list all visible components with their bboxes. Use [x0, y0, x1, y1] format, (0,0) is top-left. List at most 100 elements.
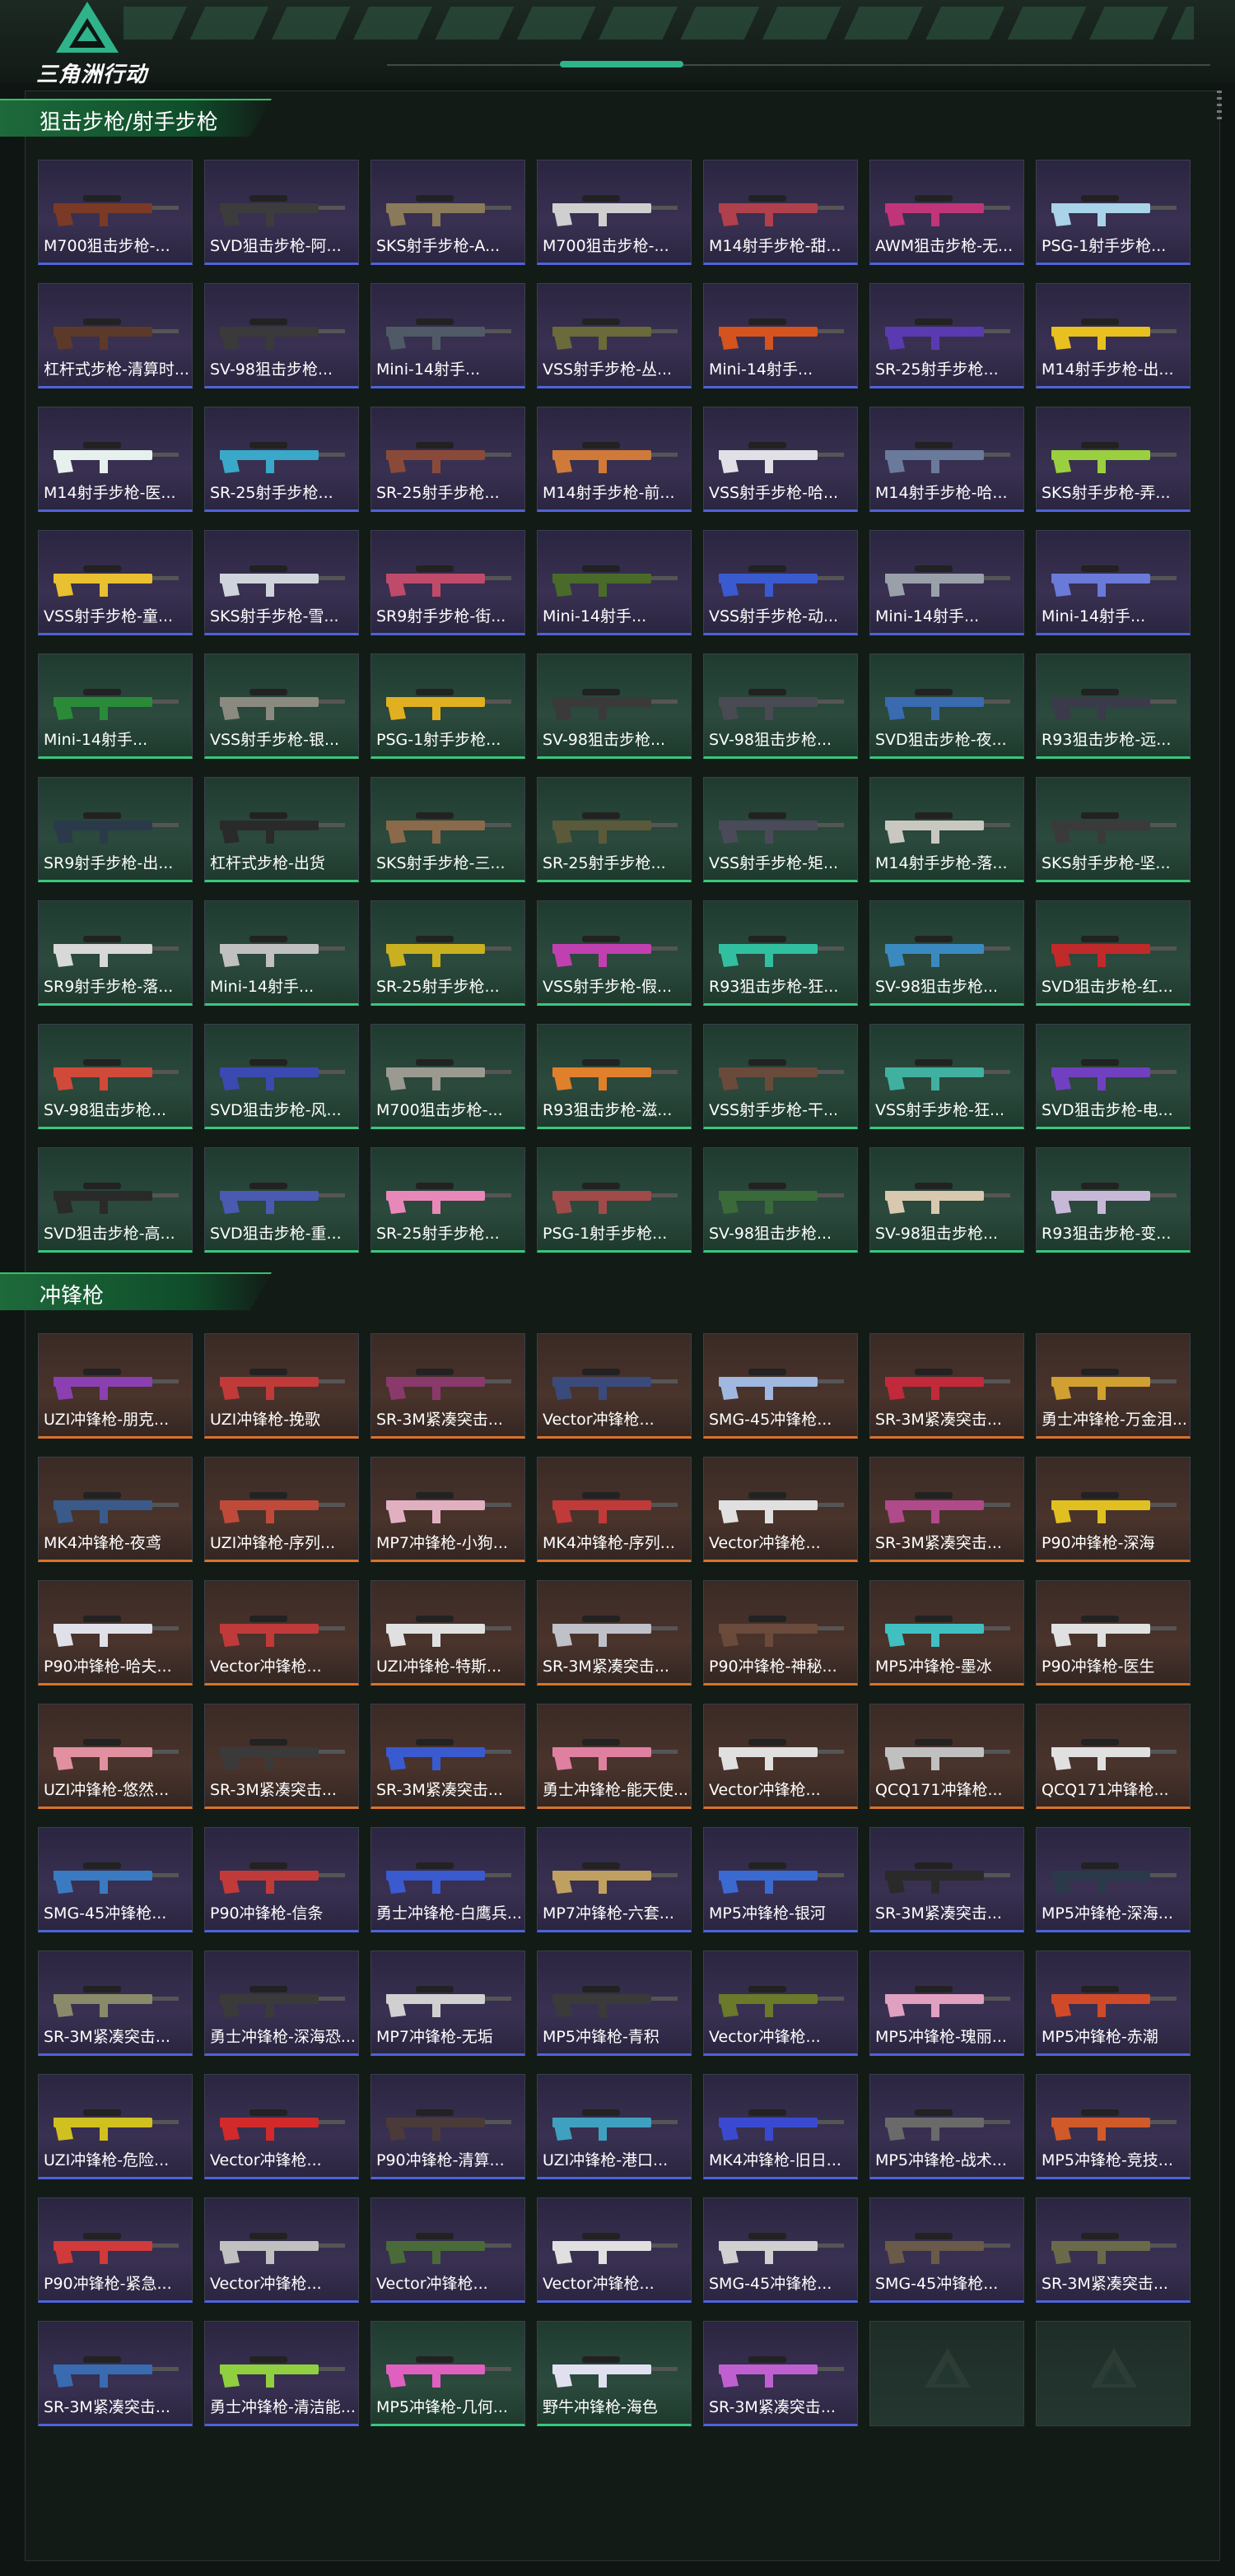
weapon-card[interactable]: Mini-14射手...: [537, 530, 692, 635]
weapon-card[interactable]: Vector冲锋枪...: [703, 1951, 858, 2056]
weapon-card[interactable]: UZI冲锋枪-悠然...: [38, 1704, 193, 1809]
weapon-card[interactable]: M14射手步枪-哈...: [869, 407, 1024, 512]
weapon-card[interactable]: SMG-45冲锋枪...: [38, 1827, 193, 1932]
weapon-card[interactable]: MP5冲锋枪-墨冰: [869, 1580, 1024, 1686]
weapon-card[interactable]: Mini-14射手...: [869, 530, 1024, 635]
weapon-card[interactable]: SVD狙击步枪-风...: [204, 1024, 359, 1129]
weapon-card[interactable]: SKS射手步枪-坚...: [1036, 777, 1191, 882]
weapon-card[interactable]: SV-98狙击步枪...: [703, 1147, 858, 1253]
weapon-card[interactable]: MP5冲锋枪-几何...: [370, 2321, 525, 2426]
weapon-card[interactable]: Vector冲锋枪...: [537, 1333, 692, 1439]
weapon-card[interactable]: Vector冲锋枪...: [204, 1580, 359, 1686]
weapon-card[interactable]: VSS射手步枪-假...: [537, 900, 692, 1006]
weapon-card[interactable]: SR-3M紧凑突击...: [204, 1704, 359, 1809]
weapon-card[interactable]: P90冲锋枪-清算...: [370, 2074, 525, 2179]
weapon-card[interactable]: Mini-14射手...: [1036, 530, 1191, 635]
weapon-card[interactable]: MP5冲锋枪-瑰丽...: [869, 1951, 1024, 2056]
weapon-card[interactable]: Vector冲锋枪...: [204, 2197, 359, 2303]
weapon-card[interactable]: SR-25射手步枪...: [370, 900, 525, 1006]
weapon-card[interactable]: UZI冲锋枪-挽歌: [204, 1333, 359, 1439]
weapon-card[interactable]: SR-25射手步枪...: [537, 777, 692, 882]
weapon-card[interactable]: M14射手步枪-落...: [869, 777, 1024, 882]
weapon-card[interactable]: M700狙击步枪-...: [370, 1024, 525, 1129]
weapon-card[interactable]: SKS射手步枪-雪...: [204, 530, 359, 635]
weapon-card[interactable]: P90冲锋枪-神秘...: [703, 1580, 858, 1686]
weapon-card[interactable]: Vector冲锋枪...: [370, 2197, 525, 2303]
weapon-card[interactable]: UZI冲锋枪-序列...: [204, 1457, 359, 1562]
weapon-card[interactable]: MP7冲锋枪-小狗...: [370, 1457, 525, 1562]
weapon-card[interactable]: SKS射手步枪-三...: [370, 777, 525, 882]
weapon-card[interactable]: SR9射手步枪-出...: [38, 777, 193, 882]
weapon-card[interactable]: M14射手步枪-出...: [1036, 283, 1191, 388]
weapon-card[interactable]: UZI冲锋枪-港口...: [537, 2074, 692, 2179]
weapon-card[interactable]: SVD狙击步枪-高...: [38, 1147, 193, 1253]
weapon-card[interactable]: SR9射手步枪-街...: [370, 530, 525, 635]
weapon-card[interactable]: SMG-45冲锋枪...: [703, 1333, 858, 1439]
weapon-card[interactable]: MP5冲锋枪-赤潮: [1036, 1951, 1191, 2056]
weapon-card[interactable]: Mini-14射手...: [204, 900, 359, 1006]
weapon-card[interactable]: M700狙击步枪-...: [38, 160, 193, 265]
weapon-card[interactable]: Mini-14射手...: [370, 283, 525, 388]
weapon-card[interactable]: M14射手步枪-甜...: [703, 160, 858, 265]
weapon-card[interactable]: MK4冲锋枪-夜鸢: [38, 1457, 193, 1562]
weapon-card[interactable]: SV-98狙击步枪...: [38, 1024, 193, 1129]
weapon-card[interactable]: SR-3M紧凑突击...: [537, 1580, 692, 1686]
weapon-card[interactable]: SR-25射手步枪...: [869, 283, 1024, 388]
weapon-card[interactable]: SR-3M紧凑突击...: [1036, 2197, 1191, 2303]
weapon-card[interactable]: SR-3M紧凑突击...: [370, 1333, 525, 1439]
weapon-card[interactable]: P90冲锋枪-紧急...: [38, 2197, 193, 2303]
weapon-card[interactable]: VSS射手步枪-干...: [703, 1024, 858, 1129]
weapon-card[interactable]: SV-98狙击步枪...: [869, 1147, 1024, 1253]
weapon-card[interactable]: Mini-14射手...: [703, 283, 858, 388]
weapon-card[interactable]: VSS射手步枪-丛...: [537, 283, 692, 388]
weapon-card[interactable]: 野牛冲锋枪-海色: [537, 2321, 692, 2426]
weapon-card[interactable]: P90冲锋枪-深海: [1036, 1457, 1191, 1562]
weapon-card[interactable]: SR-3M紧凑突击...: [38, 1951, 193, 2056]
weapon-card[interactable]: UZI冲锋枪-特斯...: [370, 1580, 525, 1686]
weapon-card[interactable]: SR-3M紧凑突击...: [38, 2321, 193, 2426]
weapon-card[interactable]: R93狙击步枪-滋...: [537, 1024, 692, 1129]
weapon-card[interactable]: SR-25射手步枪...: [370, 1147, 525, 1253]
weapon-card[interactable]: MP5冲锋枪-青积: [537, 1951, 692, 2056]
weapon-card[interactable]: MP5冲锋枪-银河: [703, 1827, 858, 1932]
weapon-card[interactable]: SR-3M紧凑突击...: [370, 1704, 525, 1809]
weapon-card[interactable]: VSS射手步枪-童...: [38, 530, 193, 635]
scrollbar[interactable]: [1217, 91, 1222, 123]
weapon-card[interactable]: SR-3M紧凑突击...: [703, 2321, 858, 2426]
weapon-card[interactable]: 勇士冲锋枪-深海恐...: [204, 1951, 359, 2056]
weapon-card[interactable]: MK4冲锋枪-序列...: [537, 1457, 692, 1562]
weapon-card[interactable]: SV-98狙击步枪...: [537, 653, 692, 759]
weapon-card[interactable]: Mini-14射手...: [38, 653, 193, 759]
weapon-card[interactable]: SR-3M紧凑突击...: [869, 1457, 1024, 1562]
weapon-card[interactable]: SVD狙击步枪-夜...: [869, 653, 1024, 759]
weapon-card[interactable]: MP5冲锋枪-深海...: [1036, 1827, 1191, 1932]
weapon-card[interactable]: QCQ171冲锋枪...: [869, 1704, 1024, 1809]
weapon-card[interactable]: 杠杆式步枪-清算时...: [38, 283, 193, 388]
weapon-card[interactable]: PSG-1射手步枪...: [537, 1147, 692, 1253]
weapon-card[interactable]: M14射手步枪-前...: [537, 407, 692, 512]
weapon-card[interactable]: SR-3M紧凑突击...: [869, 1333, 1024, 1439]
weapon-card[interactable]: R93狙击步枪-远...: [1036, 653, 1191, 759]
weapon-card[interactable]: P90冲锋枪-信条: [204, 1827, 359, 1932]
weapon-card[interactable]: 勇士冲锋枪-清洁能...: [204, 2321, 359, 2426]
weapon-card[interactable]: PSG-1射手步枪...: [1036, 160, 1191, 265]
weapon-card[interactable]: MP5冲锋枪-战术...: [869, 2074, 1024, 2179]
weapon-card[interactable]: VSS射手步枪-哈...: [703, 407, 858, 512]
weapon-card[interactable]: QCQ171冲锋枪...: [1036, 1704, 1191, 1809]
weapon-card[interactable]: SMG-45冲锋枪...: [869, 2197, 1024, 2303]
weapon-card[interactable]: SR9射手步枪-落...: [38, 900, 193, 1006]
weapon-card[interactable]: Vector冲锋枪...: [537, 2197, 692, 2303]
weapon-card[interactable]: SR-25射手步枪...: [370, 407, 525, 512]
weapon-card[interactable]: 杠杆式步枪-出货: [204, 777, 359, 882]
weapon-card[interactable]: UZI冲锋枪-朋克...: [38, 1333, 193, 1439]
weapon-card[interactable]: MP5冲锋枪-竞技...: [1036, 2074, 1191, 2179]
weapon-card[interactable]: 勇士冲锋枪-白鹰兵...: [370, 1827, 525, 1932]
weapon-card[interactable]: AWM狙击步枪-无...: [869, 160, 1024, 265]
weapon-card[interactable]: SVD狙击步枪-红...: [1036, 900, 1191, 1006]
weapon-card[interactable]: Vector冲锋枪...: [204, 2074, 359, 2179]
weapon-card[interactable]: MP7冲锋枪-无垢: [370, 1951, 525, 2056]
weapon-card[interactable]: R93狙击步枪-变...: [1036, 1147, 1191, 1253]
weapon-card[interactable]: VSS射手步枪-狂...: [869, 1024, 1024, 1129]
weapon-card[interactable]: SV-98狙击步枪...: [703, 653, 858, 759]
weapon-card[interactable]: Vector冲锋枪...: [703, 1457, 858, 1562]
